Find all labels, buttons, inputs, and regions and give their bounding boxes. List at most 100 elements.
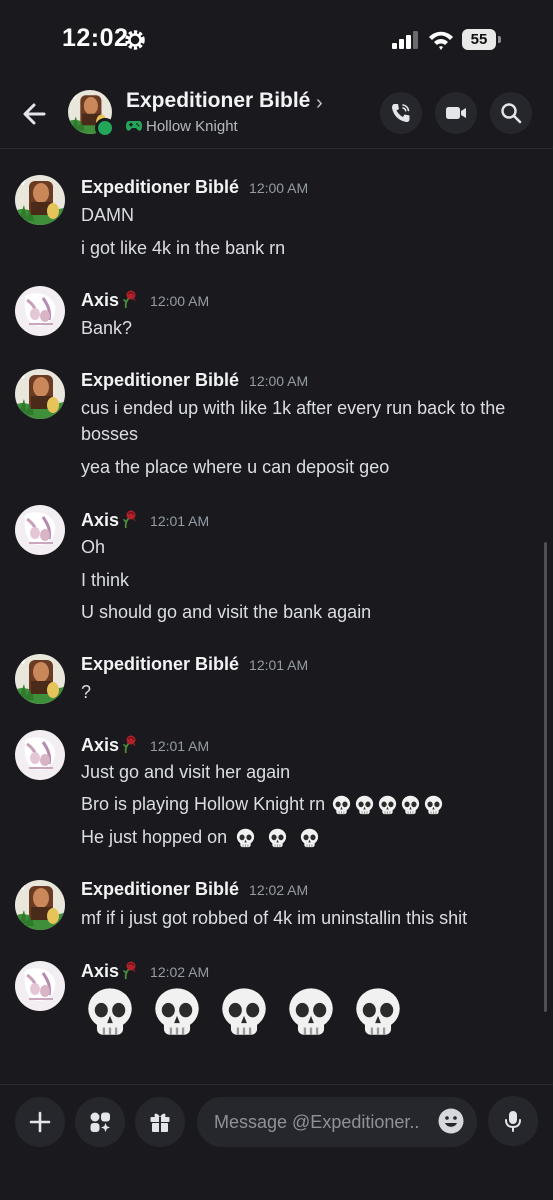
user-avatar[interactable] xyxy=(15,961,65,1011)
message-header: Axis 12:00 AM xyxy=(81,289,209,311)
message-header: Expeditioner Biblé 12:00 AM xyxy=(81,177,308,199)
message-timestamp: 12:02 AM xyxy=(249,882,309,898)
author-name[interactable]: Expeditioner Biblé xyxy=(81,370,239,390)
skull-emoji xyxy=(298,827,321,850)
message-header: Expeditioner Biblé 12:01 AM xyxy=(81,654,308,676)
user-avatar[interactable] xyxy=(15,369,65,419)
user-avatar[interactable] xyxy=(15,654,65,704)
message-header: Axis 12:02 AM xyxy=(81,960,209,982)
wilted-rose-emoji xyxy=(120,734,140,754)
skull-emoji xyxy=(266,827,289,850)
author-name[interactable]: Expeditioner Biblé xyxy=(81,177,239,197)
message-text-with-emoji: Bro is playing Hollow Knight rn xyxy=(81,791,535,817)
arrow-left-icon[interactable] xyxy=(18,96,54,132)
activity-game: Hollow Knight xyxy=(146,118,238,135)
message-header: Expeditioner Biblé 12:02 AM xyxy=(81,879,308,901)
skull-emoji xyxy=(234,827,257,850)
voice-message-button[interactable] xyxy=(488,1096,538,1146)
voice-call-button[interactable] xyxy=(380,92,422,134)
message-text: Bro is playing Hollow Knight rn xyxy=(81,794,326,814)
wilted-rose-emoji xyxy=(120,509,140,529)
dm-screen: 12:02 55 Expeditioner Biblé › Hollow Kni… xyxy=(0,0,553,1200)
chat-header: Expeditioner Biblé › Hollow Knight xyxy=(0,80,553,149)
emoji-picker-icon[interactable] xyxy=(437,1107,465,1135)
message-composer: Message @Expeditioner.. xyxy=(0,1084,553,1200)
message-timestamp: 12:01 AM xyxy=(249,657,309,673)
message-text: Oh xyxy=(81,537,106,557)
message-input[interactable]: Message @Expeditioner.. xyxy=(197,1097,477,1147)
skull-emoji xyxy=(422,794,445,817)
message-text: U should go and visit the bank again xyxy=(81,602,372,622)
online-status-indicator xyxy=(95,118,115,138)
wilted-rose-emoji xyxy=(120,960,140,980)
message-timestamp: 12:02 AM xyxy=(150,964,210,980)
plus-icon xyxy=(29,1111,51,1133)
user-avatar[interactable] xyxy=(15,175,65,225)
message-text: He just hopped on xyxy=(81,827,228,847)
author-name[interactable]: Axis xyxy=(81,510,119,530)
cellular-signal-icon xyxy=(392,31,418,49)
skull-emoji xyxy=(376,794,399,817)
skull-emoji xyxy=(148,984,206,1042)
author-name[interactable]: Expeditioner Biblé xyxy=(81,654,239,674)
message-text: i got like 4k in the bank rn xyxy=(81,238,286,258)
skull-emoji xyxy=(282,984,340,1042)
message-header: Expeditioner Biblé 12:00 AM xyxy=(81,370,308,392)
search-button[interactable] xyxy=(490,92,532,134)
user-avatar[interactable] xyxy=(15,730,65,780)
video-camera-icon xyxy=(446,107,466,119)
message-timestamp: 12:00 AM xyxy=(249,180,309,196)
message-text: Just go and visit her again xyxy=(81,762,291,782)
author-name[interactable]: Axis xyxy=(81,961,119,981)
message-text: yea the place where u can deposit geo xyxy=(81,457,390,477)
battery-indicator: 55 xyxy=(462,29,502,50)
header-username[interactable]: Expeditioner Biblé xyxy=(126,89,310,113)
author-name[interactable]: Axis xyxy=(81,290,119,310)
message-timestamp: 12:01 AM xyxy=(150,738,210,754)
apps-icon xyxy=(90,1112,110,1132)
message-text: ? xyxy=(81,682,92,702)
message-text: Bank? xyxy=(81,318,133,338)
skull-emoji xyxy=(349,984,407,1042)
message-list[interactable]: Expeditioner Biblé 12:00 AM DAMN i got li… xyxy=(0,149,553,1084)
gift-icon xyxy=(150,1113,170,1132)
activity-status: Hollow Knight xyxy=(126,118,238,135)
gamepad-icon xyxy=(126,121,142,131)
skull-emoji xyxy=(215,984,273,1042)
message-timestamp: 12:00 AM xyxy=(249,373,309,389)
add-attachment-button[interactable] xyxy=(15,1097,65,1147)
message-timestamp: 12:01 AM xyxy=(150,513,210,529)
message-header: Axis 12:01 AM xyxy=(81,509,209,531)
message-text: mf if i just got robbed of 4k im uninsta… xyxy=(81,908,468,928)
user-avatar[interactable] xyxy=(15,505,65,555)
apps-button[interactable] xyxy=(75,1097,125,1147)
scrollbar[interactable] xyxy=(544,542,547,1012)
skull-emoji xyxy=(330,794,353,817)
status-bar: 12:02 55 xyxy=(0,0,553,80)
battery-level: 55 xyxy=(462,29,496,50)
author-name[interactable]: Axis xyxy=(81,735,119,755)
message-header: Axis 12:01 AM xyxy=(81,734,209,756)
skull-emoji xyxy=(399,794,422,817)
microphone-icon xyxy=(505,1111,521,1132)
status-time: 12:02 xyxy=(62,24,129,52)
wilted-rose-emoji xyxy=(120,289,140,309)
video-call-button[interactable] xyxy=(435,92,477,134)
message-text-with-emoji: He just hopped on xyxy=(81,824,535,850)
jumbo-emoji-message xyxy=(81,984,535,1046)
message-timestamp: 12:00 AM xyxy=(150,293,210,309)
chevron-right-icon[interactable]: › xyxy=(316,92,323,115)
phone-call-icon xyxy=(392,104,410,122)
message-text: DAMN xyxy=(81,205,134,225)
user-avatar[interactable] xyxy=(15,880,65,930)
message-text: cus i ended up with like 1k after every … xyxy=(81,398,506,444)
wifi-icon xyxy=(429,31,453,50)
message-text: I think xyxy=(81,570,130,590)
user-avatar[interactable] xyxy=(15,286,65,336)
skull-emoji xyxy=(81,984,139,1042)
gift-button[interactable] xyxy=(135,1097,185,1147)
settings-gear-icon xyxy=(125,30,145,50)
skull-emoji xyxy=(353,794,376,817)
author-name[interactable]: Expeditioner Biblé xyxy=(81,879,239,899)
search-icon xyxy=(501,103,522,124)
